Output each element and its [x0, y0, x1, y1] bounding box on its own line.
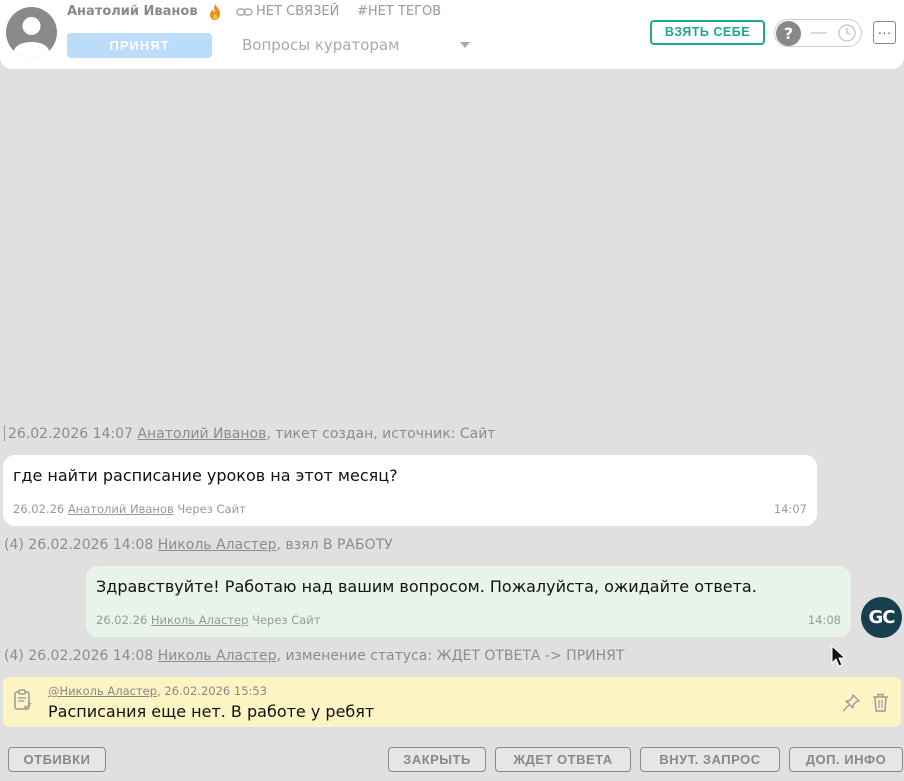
- links-label: НЕТ СВЯЗЕЙ: [256, 4, 340, 19]
- message-channel: Через Сайт: [252, 613, 321, 627]
- clipboard-check-icon: [14, 689, 32, 710]
- note-meta: @Николь Аластер, 26.02.2026 15:53: [48, 684, 267, 698]
- event-divider: [4, 425, 5, 441]
- note-author-link[interactable]: @Николь Аластер: [48, 684, 157, 698]
- toggle-divider: [811, 32, 827, 34]
- fire-icon: [210, 4, 221, 20]
- event-description: , изменение статуса: ЖДЕТ ОТВЕТА -> ПРИН…: [276, 648, 625, 664]
- message-text: где найти расписание уроков на этот меся…: [13, 466, 398, 485]
- message-meta: 26.02.26 Анатолий Иванов Через Сайт: [13, 502, 246, 516]
- system-event: 26.02.2026 14:07 Анатолий Иванов, тикет …: [4, 425, 495, 442]
- event-description: , взял В РАБОТУ: [276, 537, 393, 553]
- status-button[interactable]: ПРИНЯТ: [67, 33, 212, 58]
- internal-request-button[interactable]: ВНУТ. ЗАПРОС: [640, 747, 780, 772]
- incoming-message: где найти расписание уроков на этот меся…: [3, 455, 817, 526]
- question-icon: ?: [776, 21, 801, 46]
- message-author-link[interactable]: Николь Аластер: [151, 613, 249, 627]
- ticket-header: Анатолий Иванов НЕТ СВЯЗЕЙ #НЕТ ТЕГОВ ПР…: [0, 0, 904, 69]
- note-text: Расписания еще нет. В работе у ребят: [48, 702, 375, 721]
- clock-icon: [838, 24, 856, 42]
- outgoing-message: Здравствуйте! Работаю над вашим вопросом…: [86, 566, 851, 637]
- message-meta: 26.02.26 Николь Аластер Через Сайт: [96, 613, 320, 627]
- system-event: (4) 26.02.2026 14:08 Николь Аластер, взя…: [4, 537, 393, 553]
- message-text: Здравствуйте! Работаю над вашим вопросом…: [96, 577, 757, 596]
- trash-icon[interactable]: [872, 693, 889, 712]
- message-author-link[interactable]: Анатолий Иванов: [68, 502, 174, 516]
- message-time: 14:07: [773, 502, 807, 516]
- links-control[interactable]: НЕТ СВЯЗЕЙ: [236, 4, 339, 19]
- note-date: , 26.02.2026 15:53: [157, 684, 268, 698]
- take-ticket-button[interactable]: ВЗЯТЬ СЕБЕ: [650, 20, 765, 45]
- more-options-button[interactable]: ···: [873, 21, 896, 44]
- queue-select[interactable]: Вопросы кураторам: [242, 36, 399, 54]
- message-date: 26.02.26: [13, 502, 65, 516]
- event-user-link[interactable]: Николь Аластер: [158, 537, 277, 553]
- event-timestamp: (4) 26.02.2026 14:08: [4, 648, 154, 664]
- user-avatar[interactable]: [6, 7, 57, 58]
- event-timestamp: (4) 26.02.2026 14:08: [4, 537, 154, 553]
- pin-icon[interactable]: [841, 693, 861, 713]
- link-icon: [236, 7, 253, 16]
- internal-note: @Николь Аластер, 26.02.2026 15:53 Распис…: [3, 677, 901, 727]
- chevron-down-icon[interactable]: [460, 42, 470, 48]
- message-time: 14:08: [807, 613, 841, 627]
- message-date: 26.02.26: [96, 613, 148, 627]
- user-silhouette-icon: [14, 17, 49, 58]
- mouse-cursor-icon: [831, 645, 847, 667]
- system-event: (4) 26.02.2026 14:08 Николь Аластер, изм…: [4, 648, 624, 664]
- event-timestamp: 26.02.2026 14:07: [8, 426, 133, 442]
- rejections-button[interactable]: ОТБИВКИ: [8, 747, 106, 772]
- event-user-link[interactable]: Николь Аластер: [158, 648, 277, 664]
- tags-label[interactable]: #НЕТ ТЕГОВ: [357, 4, 441, 19]
- more-info-button[interactable]: ДОП. ИНФО: [789, 747, 903, 772]
- event-user-link[interactable]: Анатолий Иванов: [137, 426, 266, 442]
- user-name[interactable]: Анатолий Иванов: [67, 4, 198, 19]
- event-description: , тикет создан, источник: Сайт: [266, 426, 496, 442]
- agent-avatar[interactable]: GC: [861, 597, 902, 638]
- waiting-reply-button[interactable]: ЖДЕТ ОТВЕТА: [495, 747, 631, 772]
- sla-toggle[interactable]: ?: [774, 19, 862, 47]
- close-ticket-button[interactable]: ЗАКРЫТЬ: [388, 747, 486, 772]
- message-channel: Через Сайт: [177, 502, 246, 516]
